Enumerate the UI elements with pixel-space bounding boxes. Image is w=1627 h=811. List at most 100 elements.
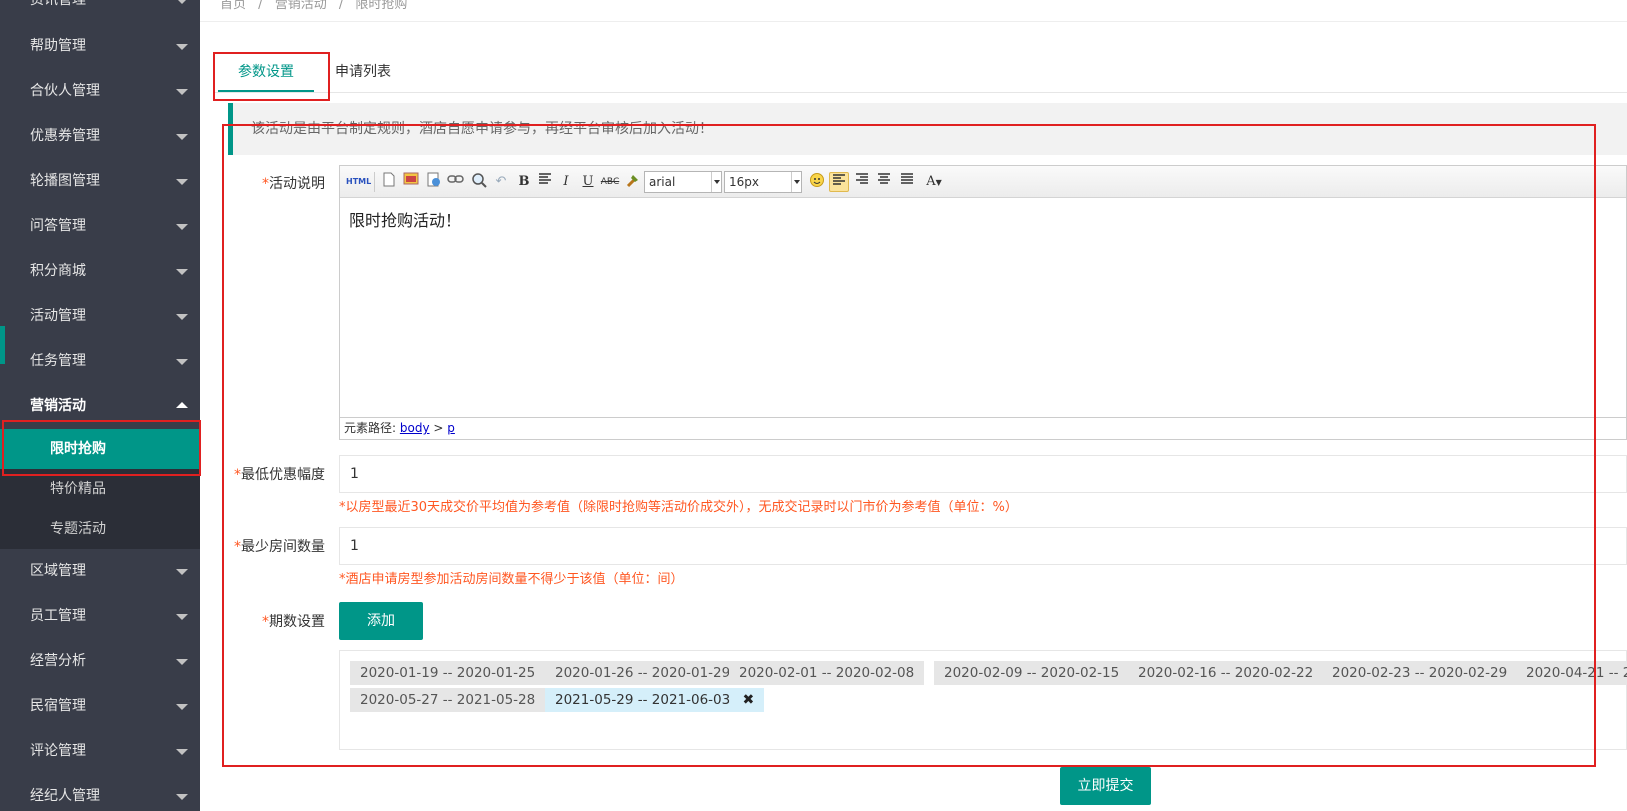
period-chip-selected[interactable]: 2021-05-29 -- 2021-06-03 ✖ — [545, 688, 765, 712]
font-family-value: arial — [649, 175, 676, 189]
sidebar-item-label: 民宿管理 — [30, 698, 86, 714]
discount-label: *最低优惠幅度 — [205, 465, 325, 485]
period-chip[interactable]: 2020-01-19 -- 2020-01-25 — [350, 661, 546, 685]
sidebar-item-label: 评论管理 — [30, 743, 86, 759]
font-size-select[interactable]: 16px — [724, 171, 802, 193]
chevron-down-icon — [176, 0, 188, 4]
sidebar-item-label: 优惠券管理 — [30, 128, 100, 144]
sidebar-item-task[interactable]: 任务管理 — [0, 339, 200, 384]
chevron-down-icon — [711, 172, 721, 192]
attachment-icon[interactable] — [424, 172, 442, 192]
sidebar-subitem-topic[interactable]: 专题活动 — [0, 509, 200, 549]
sidebar-item-comment[interactable]: 评论管理 — [0, 729, 200, 774]
chevron-down-icon — [176, 224, 188, 230]
submit-button[interactable]: 立即提交 — [1060, 767, 1151, 805]
align-center-icon[interactable] — [875, 172, 893, 192]
image-icon[interactable] — [402, 172, 420, 192]
sidebar-item-label: 经纪人管理 — [30, 788, 100, 804]
discount-hint: *以房型最近30天成交价平均值为参考值（除限时抢购等活动价成交外），无成交记录时… — [339, 500, 1018, 515]
chevron-down-icon — [176, 704, 188, 710]
element-path-p-link[interactable]: p — [447, 421, 455, 435]
sidebar-item-region[interactable]: 区域管理 — [0, 549, 200, 594]
strikethrough-button[interactable]: ABC — [600, 172, 620, 192]
element-path-separator: > — [433, 421, 444, 435]
sidebar-item-partner[interactable]: 合伙人管理 — [0, 69, 200, 114]
sidebar-item-coupon[interactable]: 优惠券管理 — [0, 114, 200, 159]
font-family-select[interactable]: arial — [644, 171, 722, 193]
chevron-down-icon — [176, 659, 188, 665]
chevron-down-icon — [176, 749, 188, 755]
period-label-text: 期数设置 — [269, 614, 325, 630]
sidebar-item-label: 问答管理 — [30, 218, 86, 234]
sidebar-item-carousel[interactable]: 轮播图管理 — [0, 159, 200, 204]
period-chip[interactable]: 2020-02-01 -- 2020-02-08 — [729, 661, 925, 685]
min-rooms-input[interactable]: 1 — [339, 527, 1627, 565]
period-chip[interactable]: 2020-01-26 -- 2020-01-29 — [545, 661, 741, 685]
tab-application-list[interactable]: 申请列表 — [335, 52, 391, 92]
sidebar-item-news[interactable]: 资讯管理 — [0, 0, 200, 23]
chevron-down-icon — [176, 794, 188, 800]
undo-icon[interactable]: ↶ — [492, 172, 510, 192]
sidebar-item-points-mall[interactable]: 积分商城 — [0, 249, 200, 294]
min-discount-input[interactable]: 1 — [339, 455, 1627, 493]
period-chip[interactable]: 2020-02-09 -- 2020-02-15 — [934, 661, 1130, 685]
chevron-down-icon — [176, 359, 188, 365]
format-block-icon[interactable] — [536, 172, 554, 192]
underline-button[interactable]: U — [580, 172, 596, 192]
add-period-button[interactable]: 添加 — [339, 602, 423, 640]
sidebar-item-label: 经营分析 — [30, 653, 86, 669]
sidebar-item-staff[interactable]: 员工管理 — [0, 594, 200, 639]
discount-label-text: 最低优惠幅度 — [241, 467, 325, 483]
breadcrumb-home[interactable]: 首页 — [220, 0, 246, 12]
sidebar-item-homestay[interactable]: 民宿管理 — [0, 684, 200, 729]
align-left-icon[interactable] — [829, 172, 849, 192]
tab-bar: 参数设置 申请列表 — [213, 52, 1627, 93]
font-color-button[interactable]: A▼ — [922, 172, 946, 192]
sidebar-item-label: 营销活动 — [30, 398, 86, 414]
font-color-label: A — [926, 174, 936, 189]
breadcrumb-separator: / — [258, 0, 263, 12]
breadcrumb-current: 限时抢购 — [355, 0, 408, 12]
format-painter-icon[interactable] — [624, 172, 642, 192]
sidebar-item-agent[interactable]: 经纪人管理 — [0, 774, 200, 811]
sidebar-subitem-flash-sale[interactable]: 限时抢购 — [0, 429, 200, 469]
chevron-down-icon — [791, 172, 801, 192]
sidebar-item-label: 任务管理 — [30, 353, 86, 369]
period-chip-label: 2021-05-29 -- 2021-06-03 — [555, 692, 731, 708]
rooms-hint: *酒店申请房型参加活动房间数量不得少于该值（单位：间） — [339, 572, 684, 587]
period-chip[interactable]: 2020-02-23 -- 2020-02-29 — [1322, 661, 1518, 685]
new-document-icon[interactable] — [380, 172, 398, 192]
chevron-down-icon — [176, 179, 188, 185]
sidebar-item-marketing[interactable]: 营销活动 — [0, 384, 200, 429]
sidebar-item-qa[interactable]: 问答管理 — [0, 204, 200, 249]
bold-button[interactable]: B — [516, 172, 532, 192]
search-icon[interactable] — [470, 172, 488, 192]
chevron-down-icon — [176, 44, 188, 50]
sidebar-item-label: 轮播图管理 — [30, 173, 100, 189]
required-mark: * — [262, 614, 269, 630]
sidebar-item-activity[interactable]: 活动管理 — [0, 294, 200, 339]
align-justify-icon[interactable] — [898, 172, 916, 192]
html-source-button[interactable]: HTML — [346, 172, 371, 192]
sidebar-item-label: 帮助管理 — [30, 38, 86, 54]
period-chip[interactable]: 2020-05-27 -- 2021-05-28 — [350, 688, 546, 712]
element-path-body-link[interactable]: body — [400, 421, 430, 435]
period-chip[interactable]: 2020-02-16 -- 2020-02-22 — [1128, 661, 1324, 685]
sidebar-item-help[interactable]: 帮助管理 — [0, 24, 200, 69]
chevron-down-icon — [176, 614, 188, 620]
italic-button[interactable]: I — [558, 172, 574, 192]
caret-down-icon: ▼ — [935, 178, 942, 187]
align-right-icon[interactable] — [853, 172, 871, 192]
link-icon[interactable] — [446, 172, 466, 192]
chevron-down-icon — [176, 134, 188, 140]
rooms-label-text: 最少房间数量 — [241, 539, 325, 555]
sidebar-subitem-special-offer[interactable]: 特价精品 — [0, 469, 200, 509]
period-chip[interactable]: 2020-04-21 -- 20 — [1516, 661, 1627, 685]
tab-parameter-settings[interactable]: 参数设置 — [218, 52, 314, 92]
breadcrumb-marketing[interactable]: 营销活动 — [275, 0, 327, 12]
sidebar-item-analysis[interactable]: 经营分析 — [0, 639, 200, 684]
editor-content[interactable]: 限时抢购活动！ — [340, 199, 1626, 419]
close-icon[interactable]: ✖ — [743, 688, 755, 712]
chevron-down-icon — [176, 569, 188, 575]
emoji-icon[interactable] — [808, 172, 826, 192]
